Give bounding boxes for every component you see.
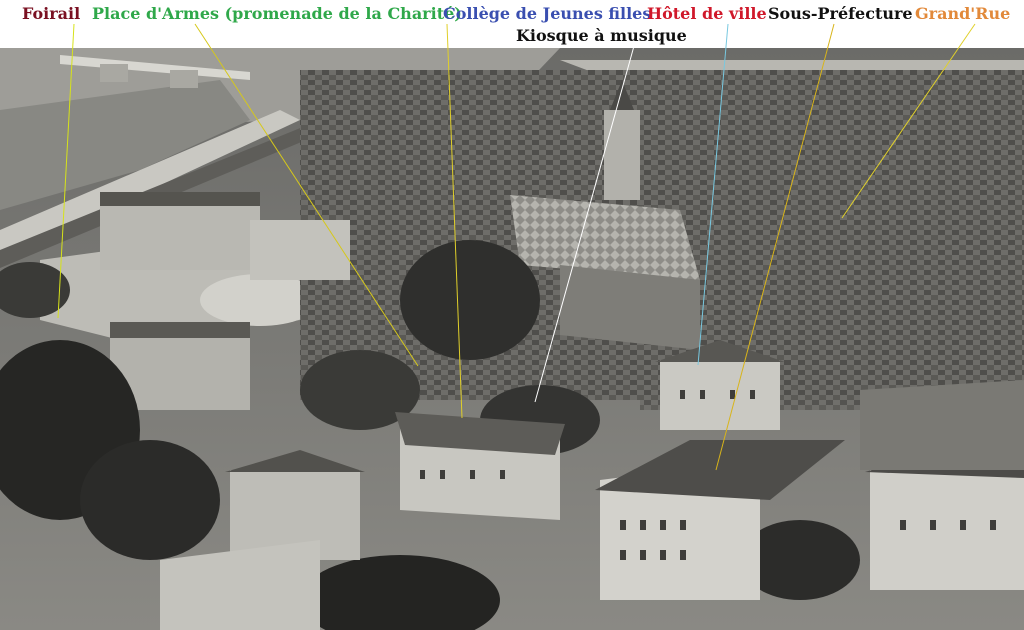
label-place-d-armes: Place d'Armes (promenade de la Charité) <box>92 4 462 23</box>
label-kiosque: Kiosque à musique <box>516 26 687 45</box>
label-college: Collège de Jeunes filles <box>443 4 652 23</box>
label-foirail: Foirail <box>22 4 81 23</box>
label-sous-prefecture: Sous-Préfecture <box>768 4 913 23</box>
label-grand-rue: Grand'Rue <box>915 4 1011 23</box>
aerial-town-photo <box>0 48 1024 630</box>
label-hotel-de-ville: Hôtel de ville <box>647 4 767 23</box>
label-bar: Foirail Place d'Armes (promenade de la C… <box>0 0 1024 48</box>
